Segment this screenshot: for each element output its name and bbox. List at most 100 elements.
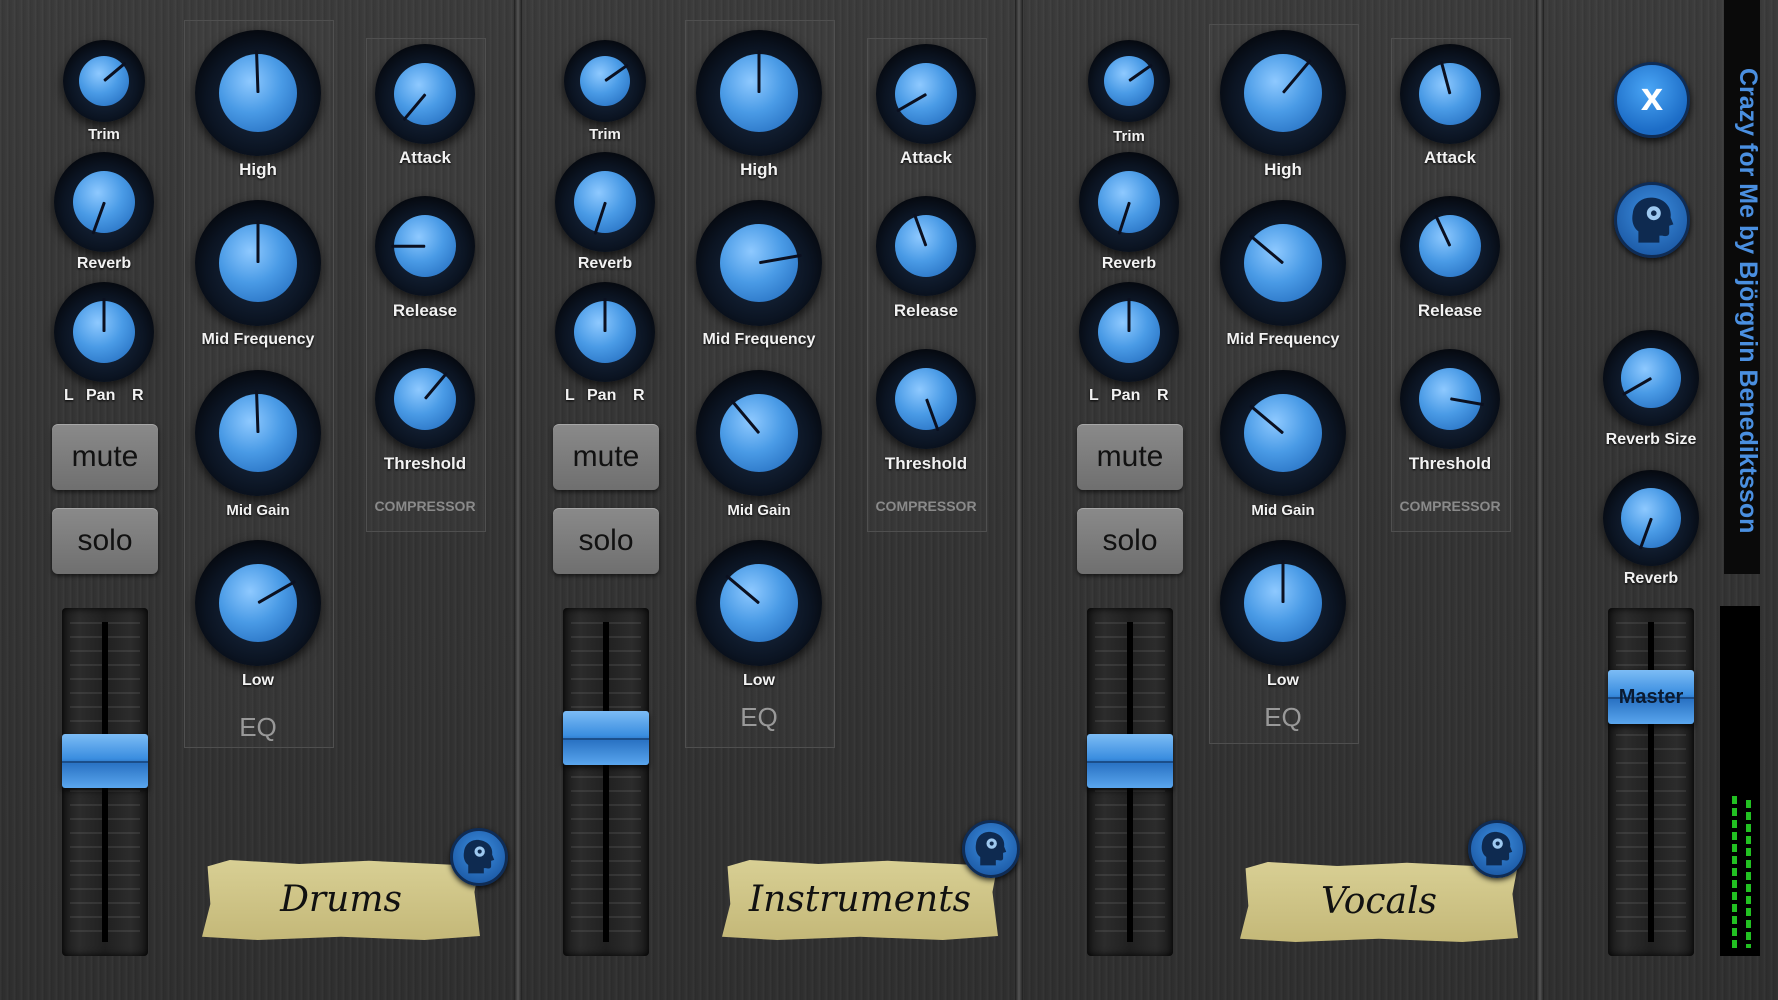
- eq-mid-frequency-knob[interactable]: [195, 200, 321, 326]
- channel-name: Vocals: [1321, 881, 1437, 922]
- master-fader[interactable]: Master: [1608, 608, 1694, 956]
- solo-button[interactable]: solo: [52, 508, 158, 574]
- eq-low-label: Low: [743, 672, 775, 689]
- eq-mid-frequency-label: Mid Frequency: [201, 331, 315, 348]
- eq-title: EQ: [1264, 702, 1302, 732]
- eq-high-label: High: [239, 160, 277, 179]
- comp-attack-label: Attack: [399, 148, 451, 167]
- eq-mid-frequency-knob[interactable]: [1220, 200, 1346, 326]
- eq-title: EQ: [239, 712, 277, 742]
- close-button[interactable]: x: [1614, 62, 1690, 138]
- eq-low-knob[interactable]: [696, 540, 822, 666]
- trim-knob[interactable]: [564, 40, 646, 122]
- mute-button[interactable]: mute: [553, 424, 659, 490]
- eq-high-knob[interactable]: [195, 30, 321, 156]
- trim-label: Trim: [1113, 128, 1145, 145]
- eq-mid-frequency-label: Mid Frequency: [1226, 331, 1340, 348]
- solo-button[interactable]: solo: [1077, 508, 1183, 574]
- comp-attack-knob[interactable]: [375, 44, 475, 144]
- trim-label: Trim: [589, 126, 621, 143]
- pan-label: Pan: [587, 387, 617, 404]
- pan-knob[interactable]: [54, 282, 154, 382]
- eq-low-knob[interactable]: [195, 540, 321, 666]
- eq-mid-gain-label: Mid Gain: [1251, 502, 1315, 519]
- reverb-knob[interactable]: [1079, 152, 1179, 252]
- reverb-knob[interactable]: [54, 152, 154, 252]
- level-meter-right: [1746, 800, 1751, 948]
- fader-handle[interactable]: [1087, 734, 1173, 788]
- comp-threshold-label: Threshold: [884, 454, 968, 473]
- comp-release-label: Release: [1417, 301, 1483, 320]
- channel-name: Instruments: [748, 879, 972, 920]
- pan-r-label: R: [633, 387, 645, 404]
- pan-label: Pan: [86, 387, 116, 404]
- eq-mid-frequency-label: Mid Frequency: [702, 331, 816, 348]
- master-fader-label: Master: [1618, 686, 1684, 708]
- head-icon[interactable]: [1614, 182, 1690, 258]
- master-reverb-label: Reverb: [1623, 570, 1679, 587]
- pan-knob[interactable]: [555, 282, 655, 382]
- reverb-size-knob[interactable]: [1603, 330, 1699, 426]
- comp-release-knob[interactable]: [876, 196, 976, 296]
- fader-handle[interactable]: [563, 711, 649, 765]
- comp-attack-label: Attack: [1424, 148, 1476, 167]
- channel-name-tape: Drums: [202, 860, 480, 940]
- head-icon[interactable]: [450, 828, 508, 886]
- comp-attack-label: Attack: [900, 148, 952, 167]
- reverb-label: Reverb: [1101, 255, 1157, 272]
- comp-threshold-label: Threshold: [383, 454, 467, 473]
- reverb-size-label: Reverb Size: [1605, 431, 1697, 448]
- eq-high-label: High: [1264, 160, 1302, 179]
- reverb-knob[interactable]: [555, 152, 655, 252]
- head-icon[interactable]: [1468, 820, 1526, 878]
- trim-knob[interactable]: [63, 40, 145, 122]
- pan-l-label: L: [565, 387, 575, 404]
- eq-mid-gain-knob[interactable]: [696, 370, 822, 496]
- eq-high-knob[interactable]: [696, 30, 822, 156]
- channel-name-tape: Instruments: [722, 860, 998, 940]
- eq-mid-frequency-knob[interactable]: [696, 200, 822, 326]
- comp-attack-knob[interactable]: [1400, 44, 1500, 144]
- pan-l-label: L: [1089, 387, 1099, 404]
- mute-button[interactable]: mute: [52, 424, 158, 490]
- channel-fader[interactable]: [62, 608, 148, 956]
- pan-r-label: R: [132, 387, 144, 404]
- comp-release-label: Release: [893, 301, 959, 320]
- comp-threshold-knob[interactable]: [375, 349, 475, 449]
- comp-threshold-label: Threshold: [1408, 454, 1492, 473]
- eq-mid-gain-knob[interactable]: [1220, 370, 1346, 496]
- channel-fader[interactable]: [563, 608, 649, 956]
- comp-release-label: Release: [392, 301, 458, 320]
- channel-fader[interactable]: [1087, 608, 1173, 956]
- compressor-title: COMPRESSOR: [875, 498, 977, 514]
- level-meter: [1720, 606, 1760, 956]
- close-icon: x: [1640, 75, 1664, 119]
- mute-button[interactable]: mute: [1077, 424, 1183, 490]
- channel-name-tape: Vocals: [1240, 862, 1518, 942]
- comp-threshold-knob[interactable]: [1400, 349, 1500, 449]
- trim-knob[interactable]: [1088, 40, 1170, 122]
- comp-release-knob[interactable]: [1400, 196, 1500, 296]
- master-reverb-knob[interactable]: [1603, 470, 1699, 566]
- solo-button[interactable]: solo: [553, 508, 659, 574]
- pan-r-label: R: [1157, 387, 1169, 404]
- eq-mid-gain-knob[interactable]: [195, 370, 321, 496]
- head-icon[interactable]: [962, 820, 1020, 878]
- level-meter-left: [1732, 796, 1737, 948]
- master-fader-handle[interactable]: Master: [1608, 670, 1694, 724]
- compressor-title: COMPRESSOR: [1399, 498, 1501, 514]
- channel-name: Drums: [280, 879, 402, 920]
- pan-knob[interactable]: [1079, 282, 1179, 382]
- trim-label: Trim: [88, 126, 120, 143]
- compressor-title: COMPRESSOR: [374, 498, 476, 514]
- eq-mid-gain-label: Mid Gain: [727, 502, 791, 519]
- channel-divider: [1536, 0, 1544, 1000]
- eq-low-label: Low: [1267, 672, 1299, 689]
- fader-handle[interactable]: [62, 734, 148, 788]
- song-title: Crazy for Me by Björgvin Benediktsson: [1734, 68, 1762, 534]
- comp-release-knob[interactable]: [375, 196, 475, 296]
- eq-high-knob[interactable]: [1220, 30, 1346, 156]
- comp-attack-knob[interactable]: [876, 44, 976, 144]
- eq-low-knob[interactable]: [1220, 540, 1346, 666]
- comp-threshold-knob[interactable]: [876, 349, 976, 449]
